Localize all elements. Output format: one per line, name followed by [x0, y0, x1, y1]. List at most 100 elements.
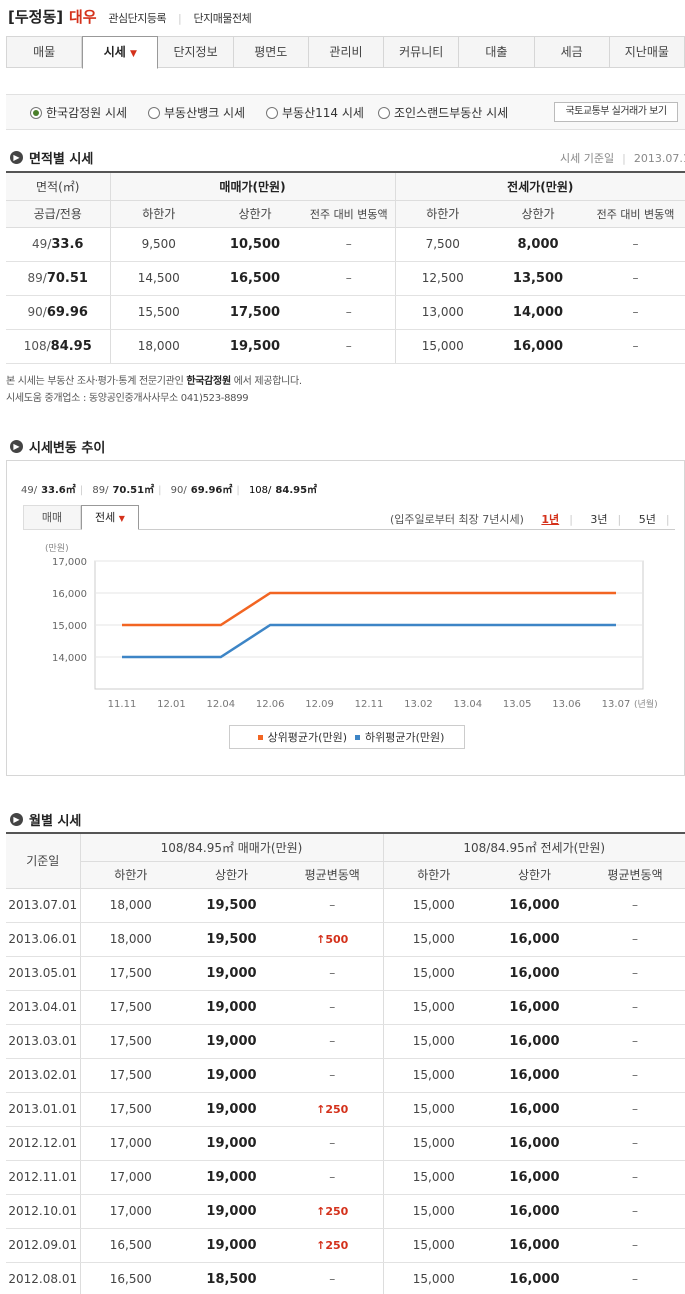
jeonse-low-cell: 15,000 [382, 956, 484, 991]
all-listings-link[interactable]: 단지매물전체 [194, 12, 252, 25]
header-jeonse-high: 상한가 [484, 861, 585, 889]
sale-high-cell: 19,000 [181, 956, 282, 991]
jeonse-change-cell: – [585, 1228, 685, 1263]
jeonse-change-cell: – [585, 1160, 685, 1195]
area-link-89[interactable]: 89/70.51㎡ [92, 485, 154, 496]
y-tick-label: 15,000 [52, 621, 87, 632]
area-link-108[interactable]: 108/84.95㎡ [249, 485, 317, 496]
period-3y[interactable]: 3년 [590, 513, 607, 526]
tab-loan[interactable]: 대출 [459, 36, 535, 68]
area-cell: 90/69.96 [6, 295, 110, 330]
tab-past-listings[interactable]: 지난매물 [609, 36, 685, 68]
table-row: 108/84.95 18,000 19,500 – 15,000 16,000 … [6, 329, 685, 364]
date-cell: 2013.02.01 [6, 1058, 80, 1093]
tab-complex-info[interactable]: 단지정보 [158, 36, 234, 68]
period-5y[interactable]: 5년 [639, 513, 656, 526]
header-jeonse-group: 전세가(만원) [394, 173, 685, 201]
source-radio-114[interactable]: 부동산114 시세 [266, 104, 364, 121]
jeonse-high-cell: 16,000 [484, 888, 585, 923]
page-header: [두정동] 대우 관심단지등록 | 단지매물전체 [8, 6, 252, 28]
change-up-value: 250 [316, 1103, 348, 1116]
header-jeonse-change: 전주 대비 변동액 [586, 200, 685, 228]
radio-icon [148, 106, 160, 119]
monthly-rows: 2013.07.01 18,000 19,500–15,000 16,000–2013… [6, 888, 685, 1294]
header-sale-low: 하한가 [109, 200, 207, 228]
header-sale-change: 전주 대비 변동액 [303, 200, 395, 228]
tab-floor-plan[interactable]: 평면도 [233, 36, 309, 68]
tab-market-price[interactable]: 시세 ▼ [82, 36, 159, 69]
jeonse-low-cell: 15,000 [382, 1092, 484, 1127]
main-tabs: 매물 시세 ▼ 단지정보 평면도 관리비 커뮤니티 대출 세금 지난매물 [6, 36, 685, 69]
favorite-complex-link[interactable]: 관심단지등록 [108, 12, 166, 25]
header-jeonse-low: 하한가 [382, 861, 484, 889]
tab-maintenance-fee[interactable]: 관리비 [308, 36, 385, 68]
sale-low-cell: 17,500 [79, 1058, 181, 1093]
radio-selected-icon [30, 106, 42, 119]
sale-low-cell: 17,500 [79, 1024, 181, 1059]
x-tick-label: 12.11 [355, 699, 384, 710]
jeonse-change-cell: – [585, 888, 685, 923]
period-note: (입주일로부터 최장 7년시세) [390, 513, 524, 526]
x-tick-label: 13.05 [503, 699, 532, 710]
jeonse-change-cell: – [585, 922, 685, 957]
real-trade-price-button[interactable]: 국토교통부 실거래가 보기 [554, 102, 678, 122]
tab-sale[interactable]: 매매 [23, 505, 81, 530]
x-tick-label: 11.11 [108, 699, 137, 710]
section-title-trend: ▶ 시세변동 추이 [10, 437, 105, 456]
jeonse-high-cell: 16,000 [484, 922, 585, 957]
sale-low-cell: 17,000 [79, 1126, 181, 1161]
tab-tax[interactable]: 세금 [534, 36, 610, 68]
area-selector: 49/33.6㎡ | 89/70.51㎡ | 90/69.96㎡ | 108/84.9… [21, 485, 318, 496]
jeonse-high-cell: 16,000 [484, 1058, 585, 1093]
table-row: 2012.08.01 16,500 18,500–15,000 16,000– [6, 1262, 685, 1294]
legend-swatch-upper [257, 734, 263, 740]
divider: | [177, 12, 182, 25]
table-row: 2012.12.01 17,000 19,000–15,000 16,000– [6, 1126, 685, 1161]
date-cell: 2012.12.01 [6, 1126, 80, 1161]
source-radio-joinsland[interactable]: 조인스랜드부동산 시세 [378, 104, 508, 121]
tab-listings[interactable]: 매물 [6, 36, 83, 68]
chart-legend: 상위평균가(만원) 하위평균가(만원) [229, 725, 465, 749]
sale-low-cell: 17,500 [79, 990, 181, 1025]
legend-swatch-lower [355, 734, 360, 740]
sale-change-cell: – [282, 956, 383, 991]
sale-change-cell: 250 [282, 1092, 383, 1127]
area-link-49[interactable]: 49/33.6㎡ [21, 485, 76, 496]
jeonse-change-cell: – [585, 1126, 685, 1161]
tab-community[interactable]: 커뮤니티 [384, 36, 460, 68]
jeonse-low-cell: 15,000 [382, 1126, 484, 1161]
x-tick-label: 13.07 [602, 699, 631, 710]
date-cell: 2012.11.01 [6, 1160, 80, 1195]
sale-low-cell: 17,000 [79, 1160, 181, 1195]
header-sale-high: 상한가 [207, 200, 303, 228]
y-tick-label: 17,000 [52, 557, 87, 568]
sale-low-cell: 18,000 [79, 888, 181, 923]
sale-high-cell: 19,500 [181, 922, 282, 957]
source-radio-bank[interactable]: 부동산뱅크 시세 [148, 104, 245, 121]
header-sale-group: 매매가(만원) [109, 173, 395, 201]
sale-change-cell: – [282, 1262, 383, 1294]
date-cell: 2013.01.01 [6, 1092, 80, 1127]
table-row: 2013.02.01 17,500 19,000–15,000 16,000– [6, 1058, 685, 1093]
area-link-90[interactable]: 90/69.96㎡ [171, 485, 233, 496]
header-sale-change: 평균변동액 [282, 861, 383, 889]
tab-jeonse[interactable]: 전세 ▼ [81, 505, 139, 530]
source-radio-kab[interactable]: 한국감정원 시세 [30, 104, 127, 121]
jeonse-change-cell: – [585, 990, 685, 1025]
radio-icon [378, 106, 390, 119]
table-row: 2012.11.01 17,000 19,000–15,000 16,000– [6, 1160, 685, 1195]
header-date: 기준일 [6, 834, 80, 889]
section-title-area-prices: ▶ 면적별 시세 [10, 148, 93, 167]
sale-high-cell: 19,000 [181, 1024, 282, 1059]
jeonse-low-cell: 15,000 [382, 1058, 484, 1093]
period-1y[interactable]: 1년 [541, 513, 559, 526]
sale-low-cell: 17,500 [79, 956, 181, 991]
caret-down-icon: ▼ [130, 49, 137, 59]
date-cell: 2013.04.01 [6, 990, 80, 1025]
bullet-arrow-icon: ▶ [10, 813, 23, 826]
jeonse-high-cell: 16,000 [484, 1126, 585, 1161]
header-jeonse-high: 상한가 [490, 200, 586, 228]
jeonse-low-cell: 15,000 [382, 888, 484, 923]
table-row: 2013.04.01 17,500 19,000–15,000 16,000– [6, 990, 685, 1025]
header-supply-exclusive: 공급/전용 [6, 200, 110, 228]
